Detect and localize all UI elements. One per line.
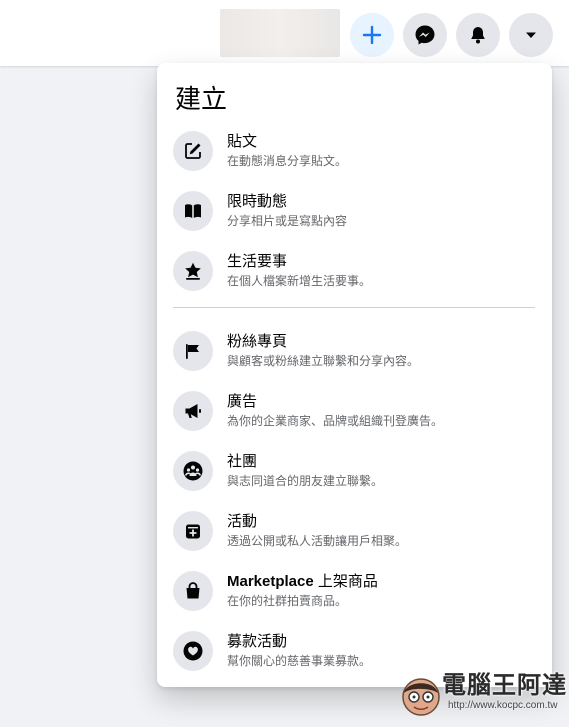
mascot-logo-icon bbox=[402, 678, 440, 716]
menu-item-story[interactable]: 限時動態 分享相片或是寫點內容 bbox=[167, 186, 542, 242]
marketplace-label: Marketplace bbox=[227, 573, 314, 590]
megaphone-icon bbox=[173, 391, 213, 431]
watermark-url: http://www.kocpc.com.tw bbox=[448, 700, 558, 711]
menu-item-title: 廣告 bbox=[227, 393, 258, 410]
menu-item-event[interactable]: 活動 透過公開或私人活動讓用戶相聚。 bbox=[167, 506, 542, 562]
menu-item-description: 透過公開或私人活動讓用戶相聚。 bbox=[227, 534, 408, 548]
marketplace-suffix: 上架商品 bbox=[313, 573, 378, 590]
menu-item-description: 與志同道合的朋友建立聯繫。 bbox=[227, 474, 384, 488]
menu-item-description: 在動態消息分享貼文。 bbox=[227, 154, 348, 168]
menu-item-title: 限時動態 bbox=[227, 193, 288, 210]
menu-item-marketplace[interactable]: Marketplace 上架商品 在你的社群拍賣商品。 bbox=[167, 566, 542, 622]
menu-item-title: 募款活動 bbox=[227, 633, 288, 650]
bell-icon bbox=[471, 27, 485, 44]
watermark-name: 電腦王阿達 bbox=[442, 672, 567, 699]
menu-item-life-event[interactable]: 生活要事 在個人檔案新增生活要事。 bbox=[167, 246, 542, 302]
menu-item-description: 為你的企業商家、品牌或組織刊登廣告。 bbox=[227, 414, 444, 428]
menu-item-title: 貼文 bbox=[227, 133, 258, 150]
create-menu: 建立 貼文 在動態消息分享貼文。 限時動態 分享相片或是寫點內容 生活要事 在個… bbox=[157, 63, 552, 687]
edit-icon bbox=[173, 131, 213, 171]
caret-down-icon bbox=[526, 32, 536, 38]
account-menu-button[interactable] bbox=[509, 13, 553, 57]
menu-item-group[interactable]: 社團 與志同道合的朋友建立聯繫。 bbox=[167, 446, 542, 502]
site-watermark: 電腦王阿達 http://www.kocpc.com.tw bbox=[400, 663, 569, 727]
menu-item-description: 在你的社群拍賣商品。 bbox=[227, 594, 348, 608]
menu-item-description: 分享相片或是寫點內容 bbox=[227, 214, 348, 228]
menu-item-title: Marketplace 上架商品 bbox=[227, 570, 378, 591]
menu-divider bbox=[173, 307, 535, 308]
notifications-button[interactable] bbox=[456, 13, 500, 57]
star-icon bbox=[173, 251, 213, 291]
menu-item-title: 社團 bbox=[227, 453, 258, 470]
menu-item-description: 幫你關心的慈善事業募款。 bbox=[227, 654, 372, 668]
group-icon bbox=[173, 451, 213, 491]
book-icon bbox=[173, 191, 213, 231]
shopping-bag-icon bbox=[173, 571, 213, 611]
menu-item-title: 粉絲專頁 bbox=[227, 333, 288, 350]
messenger-button[interactable] bbox=[403, 13, 447, 57]
menu-item-title: 生活要事 bbox=[227, 253, 288, 270]
calendar-plus-icon bbox=[173, 511, 213, 551]
menu-item-page[interactable]: 粉絲專頁 與顧客或粉絲建立聯繫和分享內容。 bbox=[167, 326, 542, 382]
create-button[interactable] bbox=[350, 13, 394, 57]
fundraiser-icon bbox=[173, 631, 213, 671]
menu-item-title: 活動 bbox=[227, 513, 258, 530]
plus-icon bbox=[362, 25, 382, 45]
blurred-profile-area bbox=[220, 9, 340, 57]
menu-title: 建立 bbox=[175, 85, 228, 115]
menu-item-ad[interactable]: 廣告 為你的企業商家、品牌或組織刊登廣告。 bbox=[167, 386, 542, 442]
flag-icon bbox=[173, 331, 213, 371]
menu-item-description: 與顧客或粉絲建立聯繫和分享內容。 bbox=[227, 354, 420, 368]
menu-item-post[interactable]: 貼文 在動態消息分享貼文。 bbox=[167, 126, 542, 182]
top-navigation-bar bbox=[0, 0, 569, 66]
menu-item-description: 在個人檔案新增生活要事。 bbox=[227, 274, 372, 288]
messenger-icon bbox=[415, 25, 435, 45]
